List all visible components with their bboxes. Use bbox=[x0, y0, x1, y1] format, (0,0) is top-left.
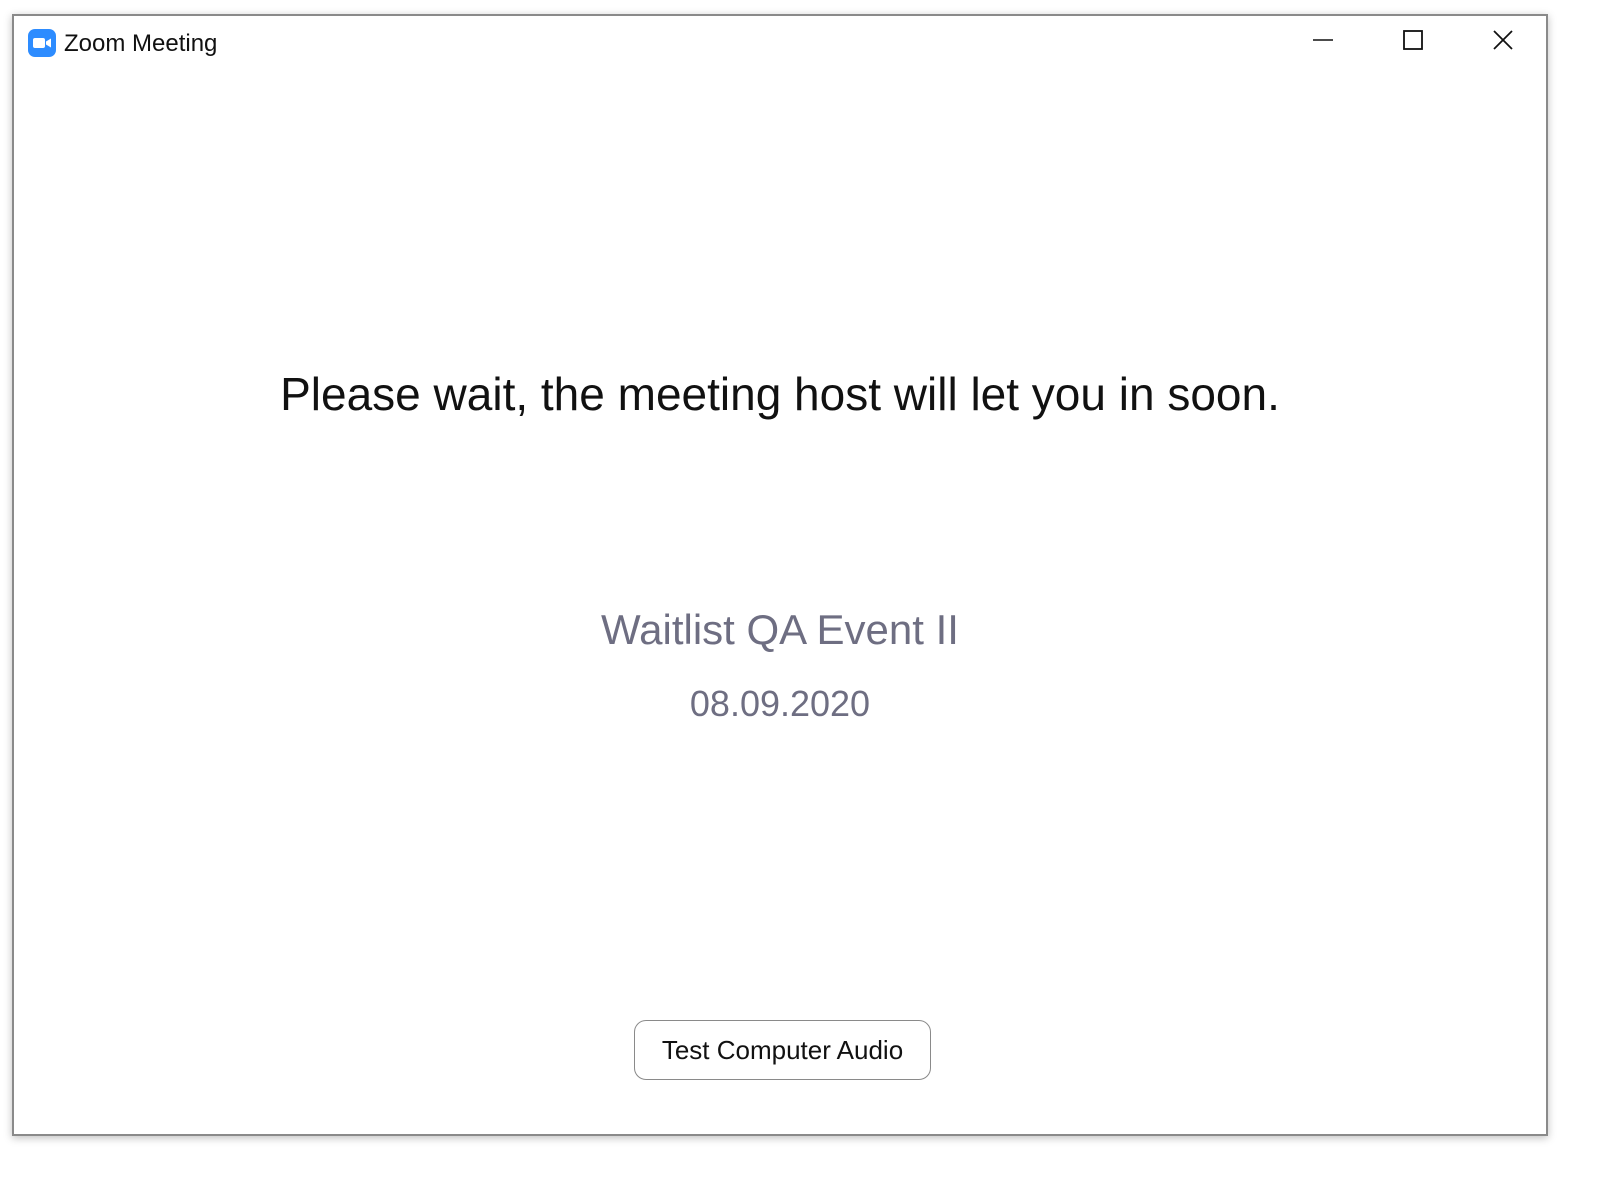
zoom-meeting-window: Zoom Meeting Please wait, the meeting ho… bbox=[12, 14, 1548, 1136]
minimize-button[interactable] bbox=[1278, 16, 1368, 68]
minimize-icon bbox=[1312, 29, 1334, 56]
window-title: Zoom Meeting bbox=[64, 30, 218, 57]
meeting-date: 08.09.2020 bbox=[689, 683, 871, 724]
test-computer-audio-button[interactable]: Test Computer Audio bbox=[634, 1020, 931, 1080]
waiting-room-message: Please wait, the meeting host will let y… bbox=[280, 368, 1280, 420]
close-button[interactable] bbox=[1458, 16, 1548, 68]
maximize-button[interactable] bbox=[1368, 16, 1458, 68]
meeting-topic: Waitlist QA Event II bbox=[601, 606, 959, 653]
close-icon bbox=[1492, 29, 1514, 56]
maximize-icon bbox=[1402, 29, 1424, 56]
zoom-camera-icon bbox=[28, 29, 56, 57]
title-bar[interactable]: Zoom Meeting bbox=[14, 16, 1546, 74]
